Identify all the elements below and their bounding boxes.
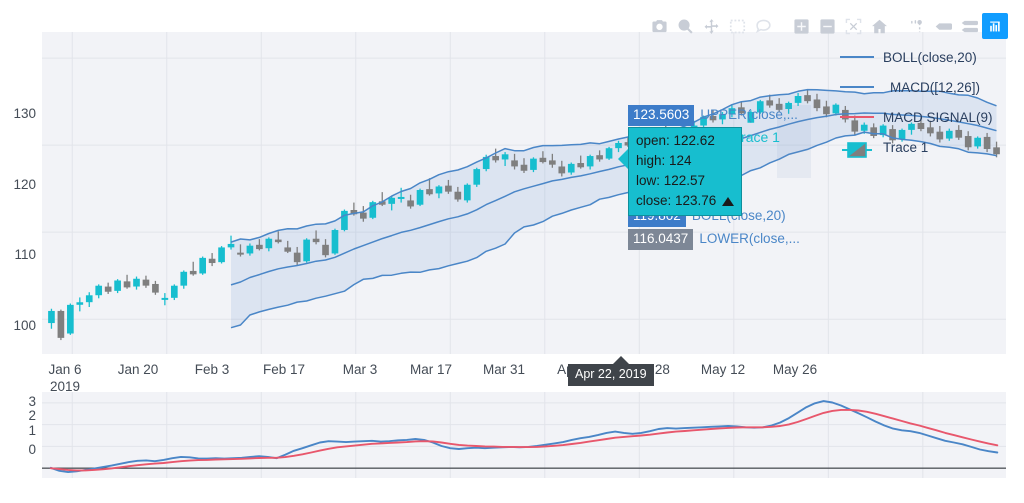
y-tick-100: 100 [0, 318, 36, 333]
hover-upper-name: UPPER(close,... [694, 105, 802, 126]
hover-upper-value: 123.5603 [628, 105, 694, 126]
increasing-triangle-icon [722, 197, 734, 206]
plotly-logo-icon[interactable] [982, 13, 1008, 39]
ohlc-open: open: 122.62 [636, 131, 734, 151]
legend-item-trace-1[interactable]: Trace 1 [840, 132, 993, 162]
xaxis-hover-text: Apr 22, 2019 [568, 364, 654, 386]
legend-label-boll: BOLL(close,20) [883, 50, 977, 65]
x-tick-0-year: 2019 [32, 379, 98, 394]
x-tick-5: Mar 17 [396, 362, 466, 377]
x-tick-2: Feb 3 [177, 362, 247, 377]
legend-item-macd-signal[interactable]: MACD SIGNAL(9) [840, 102, 993, 132]
autoscale-icon[interactable] [840, 13, 866, 39]
ohlc-low: low: 122.57 [636, 171, 734, 191]
macd-y-tick-2: 2 [6, 408, 36, 423]
macd-y-tick-3: 3 [6, 394, 36, 409]
modebar [636, 12, 1008, 40]
toggle-spike-lines-icon[interactable] [904, 13, 930, 39]
hover-lower-value: 116.0437 [628, 229, 693, 250]
legend-label-macd-signal: MACD SIGNAL(9) [883, 110, 993, 125]
hover-label-upper: 123.5603 UPPER(close,... [628, 105, 802, 126]
x-tick-4: Mar 3 [325, 362, 395, 377]
legend-swatch-line-icon [840, 80, 874, 94]
zoom-in-icon[interactable] [788, 13, 814, 39]
x-tick-0: Jan 6 [32, 362, 98, 377]
plotly-chart-root: 130 120 110 100 3 2 1 0 Jan 6 2019 Jan 2… [0, 0, 1024, 503]
hover-lower-name: LOWER(close,... [693, 229, 804, 250]
ohlc-tooltip: open: 122.62 high: 124 low: 122.57 close… [628, 127, 742, 216]
x-tick-6: Mar 31 [469, 362, 539, 377]
ohlc-close: close: 123.76 [636, 193, 716, 208]
legend-label-macd: MACD([12,26]) [890, 80, 980, 95]
xaxis-hover-tooltip: Apr 22, 2019 [568, 364, 654, 386]
legend-swatch-candlestick-icon [840, 140, 874, 154]
legend-label-trace-1: Trace 1 [883, 140, 928, 155]
zoom-out-icon[interactable] [814, 13, 840, 39]
legend-swatch-line-icon [840, 50, 874, 64]
macd-y-tick-1: 1 [6, 423, 36, 438]
ohlc-close-row: close: 123.76 [636, 191, 734, 211]
lasso-select-icon[interactable] [750, 13, 776, 39]
legend: BOLL(close,20) MACD([12,26]) MACD SIGNAL… [840, 42, 993, 162]
macd-y-tick-0: 0 [6, 442, 36, 457]
pan-icon[interactable] [698, 13, 724, 39]
y-tick-120: 120 [0, 177, 36, 192]
legend-item-macd[interactable]: MACD([12,26]) [840, 72, 993, 102]
ohlc-high: high: 124 [636, 151, 734, 171]
y-tick-110: 110 [0, 247, 36, 262]
x-tick-3: Feb 17 [249, 362, 319, 377]
hover-label-lower: 116.0437 LOWER(close,... [628, 229, 804, 250]
legend-swatch-line-icon [840, 110, 874, 124]
x-tick-9: May 12 [688, 362, 758, 377]
legend-item-boll[interactable]: BOLL(close,20) [840, 42, 993, 72]
hover-closest-icon[interactable] [930, 13, 956, 39]
zoom-icon[interactable] [672, 13, 698, 39]
x-tick-10: May 26 [760, 362, 830, 377]
box-select-icon[interactable] [724, 13, 750, 39]
hover-compare-icon[interactable] [956, 13, 982, 39]
x-tick-1: Jan 20 [103, 362, 173, 377]
reset-axes-icon[interactable] [866, 13, 892, 39]
xaxis-hover-pointer [612, 356, 630, 365]
download-plot-icon[interactable] [646, 13, 672, 39]
y-tick-130: 130 [0, 106, 36, 121]
